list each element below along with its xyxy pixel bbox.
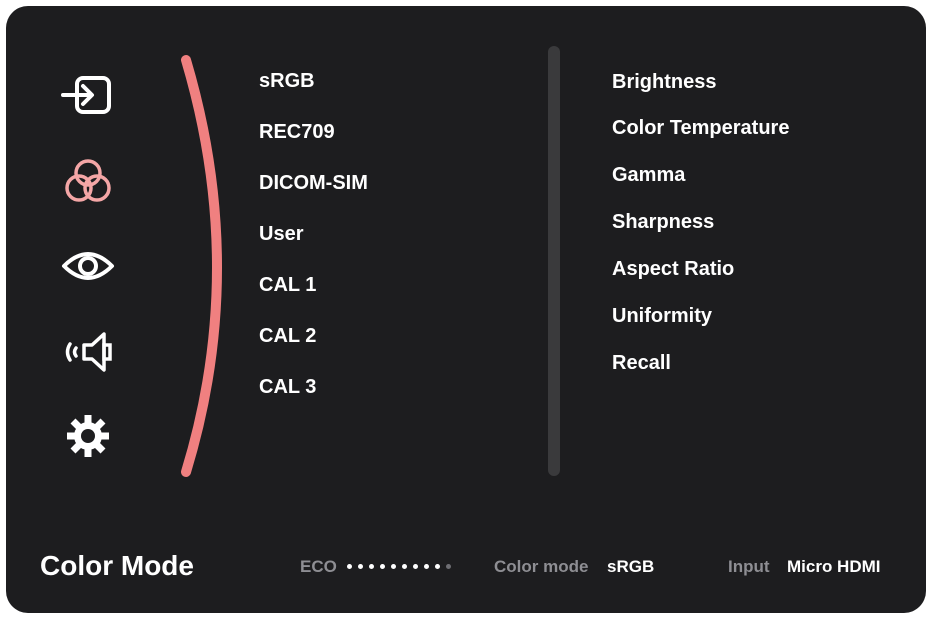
audio-icon[interactable]: [58, 324, 118, 380]
settings-icon[interactable]: [58, 408, 118, 464]
submenu-recall[interactable]: Recall: [612, 352, 671, 375]
submenu-uniformity[interactable]: Uniformity: [612, 305, 712, 328]
input-value: Micro HDMI: [787, 557, 881, 576]
eco-dot: [347, 564, 352, 569]
eco-dot: [413, 564, 418, 569]
mode-item-cal1[interactable]: CAL 1: [259, 274, 316, 297]
eco-dot: [402, 564, 407, 569]
eco-dot: [446, 564, 451, 569]
selection-arc: [181, 55, 222, 477]
footer-title: Color Mode: [40, 550, 194, 581]
mode-item-srgb[interactable]: sRGB: [259, 70, 315, 93]
color-mode-label: Color mode: [494, 557, 589, 576]
osd-menu: sRGB REC709 DICOM-SIM User CAL 1 CAL 2 C…: [6, 6, 926, 613]
submenu-sharpness[interactable]: Sharpness: [612, 211, 714, 234]
mode-item-user[interactable]: User: [259, 223, 303, 246]
input-label: Input: [728, 557, 770, 576]
color-adjust-icon[interactable]: [58, 154, 118, 210]
mode-item-rec709[interactable]: REC709: [259, 121, 335, 144]
color-mode-value: sRGB: [607, 557, 655, 576]
submenu-aspect-ratio[interactable]: Aspect Ratio: [612, 258, 734, 281]
mode-item-cal2[interactable]: CAL 2: [259, 325, 316, 348]
submenu-color-temperature[interactable]: Color Temperature: [612, 117, 789, 140]
eco-dot: [380, 564, 385, 569]
eco-dot: [358, 564, 363, 569]
eco-dot: [369, 564, 374, 569]
submenu-brightness[interactable]: Brightness: [612, 71, 716, 94]
eco-dot: [424, 564, 429, 569]
input-icon[interactable]: [58, 68, 118, 124]
mode-item-dicom-sim[interactable]: DICOM-SIM: [259, 172, 368, 195]
submenu-gamma[interactable]: Gamma: [612, 164, 685, 187]
eco-level-indicator: [347, 564, 451, 572]
eco-dot: [435, 564, 440, 569]
eco-label: ECO: [300, 557, 337, 576]
scrollbar[interactable]: [548, 46, 560, 476]
mode-item-cal3[interactable]: CAL 3: [259, 376, 316, 399]
view-mode-icon[interactable]: [58, 238, 118, 294]
eco-dot: [391, 564, 396, 569]
